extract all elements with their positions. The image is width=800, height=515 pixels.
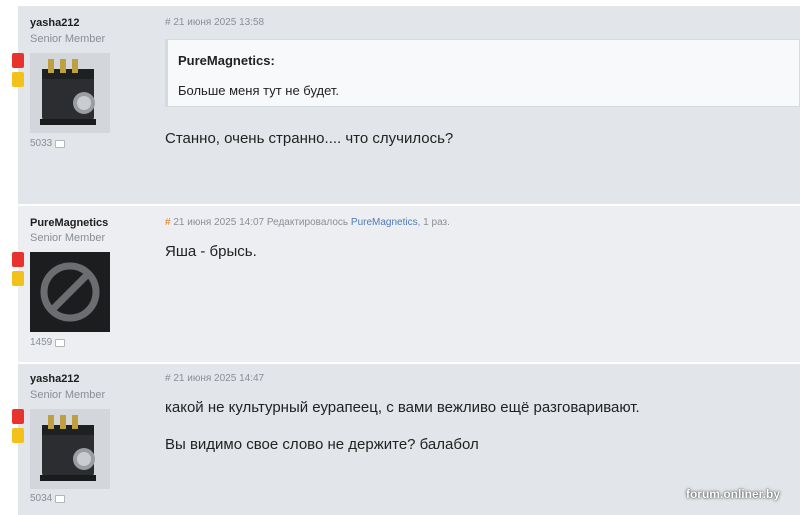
post-username[interactable]: yasha212 [30, 17, 80, 29]
post-user-rank: Senior Member [30, 389, 106, 401]
comment-bubble-icon [55, 494, 66, 503]
post-count-value: 5034 [30, 493, 53, 504]
post-timestamp: 21 июня 2025 14:07 [173, 217, 265, 228]
post-timestamp: 21 июня 2025 14:47 [173, 373, 265, 384]
post-username[interactable]: yasha212 [30, 373, 80, 385]
flag-yellow-icon [12, 428, 24, 443]
knob-device-icon [40, 415, 96, 481]
knob-device-icon [40, 59, 96, 125]
post-2: PureMagnetics Senior Member 1459 # 21 ию… [0, 206, 800, 362]
quote-author: PureMagnetics: [178, 53, 275, 68]
post-body-panel [155, 206, 800, 362]
flag-yellow-icon [12, 271, 24, 286]
post-permalink[interactable]: # [165, 217, 171, 228]
avatar[interactable] [30, 53, 110, 133]
post-1: yasha212 Senior Member 5033 # 21 июня 20… [0, 6, 800, 204]
quote-text: Больше меня тут не будет. [178, 83, 340, 98]
post-meta: # 21 июня 2025 14:47 [165, 373, 264, 384]
comment-bubble-icon [55, 338, 66, 347]
post-message-line: Вы видимо свое слово не держите? балабол [165, 436, 479, 453]
banned-circle-icon [40, 262, 100, 322]
post-meta: # 21 июня 2025 13:58 [165, 17, 264, 28]
post-message-line: Станно, очень странно.... что случилось? [165, 130, 454, 147]
post-count-value: 1459 [30, 337, 53, 348]
flag-yellow-icon [12, 72, 24, 87]
post-user-rank: Senior Member [30, 232, 106, 244]
edited-by-link[interactable]: PureMagnetics [351, 217, 418, 228]
post-meta: # 21 июня 2025 14:07 Редактировалось Pur… [165, 217, 450, 228]
avatar[interactable] [30, 252, 110, 332]
post-timestamp: 21 июня 2025 13:58 [173, 17, 265, 28]
post-permalink[interactable]: # [165, 17, 171, 28]
avatar[interactable] [30, 409, 110, 489]
post-count: 5034 [30, 493, 66, 504]
post-count: 1459 [30, 337, 66, 348]
edited-label: Редактировалось [266, 217, 349, 228]
post-3: yasha212 Senior Member 5034 # 21 июня 20… [0, 364, 800, 515]
post-count-value: 5033 [30, 138, 53, 149]
post-username[interactable]: PureMagnetics [30, 217, 108, 229]
post-message-line: какой не культурный еурапеец, с вами веж… [165, 399, 640, 416]
flag-red-icon [12, 252, 24, 267]
edited-count: , 1 раз. [417, 217, 450, 228]
post-message-line: Яша - брысь. [165, 243, 257, 260]
comment-bubble-icon [55, 139, 66, 148]
post-count: 5033 [30, 138, 66, 149]
post-user-rank: Senior Member [30, 33, 106, 45]
quote-block: PureMagnetics: Больше меня тут не будет. [165, 39, 800, 107]
post-permalink[interactable]: # [165, 373, 171, 384]
flag-red-icon [12, 53, 24, 68]
site-watermark: forum.onliner.by [685, 487, 780, 501]
flag-red-icon [12, 409, 24, 424]
